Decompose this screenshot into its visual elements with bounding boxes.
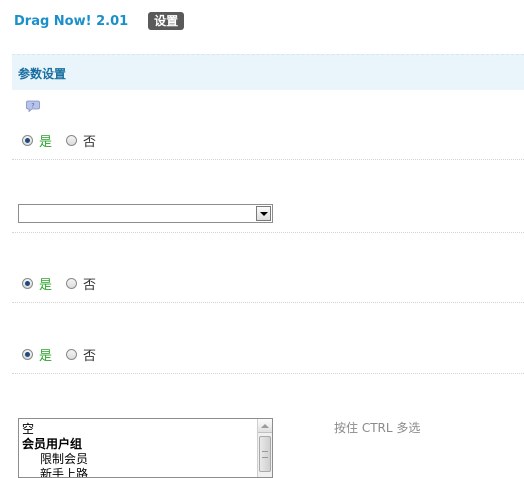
radio-yes-label[interactable]: 是 [39, 131, 52, 150]
scroll-up-arrow-icon[interactable] [258, 419, 272, 433]
option-group-2: 是 否 [22, 274, 96, 293]
option-group-3: 是 否 [22, 345, 96, 364]
radio-no-label[interactable]: 否 [83, 345, 96, 364]
svg-text:?: ? [31, 103, 34, 110]
settings-badge[interactable]: 设置 [148, 12, 185, 30]
radio-no[interactable] [66, 135, 78, 146]
divider [12, 159, 524, 160]
divider [12, 302, 524, 303]
section-header: 参数设置 [12, 54, 524, 90]
radio-yes[interactable] [22, 135, 33, 146]
radio-no-label[interactable]: 否 [83, 131, 96, 150]
list-option[interactable]: 空 [22, 422, 88, 437]
listbox-scrollbar[interactable] [257, 419, 272, 477]
radio-yes[interactable] [22, 349, 33, 360]
app-title: Drag Now! 2.01 [14, 13, 129, 29]
multi-select-hint: 按住 CTRL 多选 [334, 421, 421, 435]
list-optgroup: 会员用户组 [22, 437, 83, 451]
chevron-down-icon[interactable] [256, 206, 271, 221]
select-dropdown[interactable] [18, 204, 273, 223]
option-group-1: 是 否 [22, 131, 96, 150]
divider [12, 373, 524, 374]
radio-no[interactable] [66, 278, 78, 289]
section-title: 参数设置 [18, 67, 67, 81]
radio-yes-label[interactable]: 是 [39, 345, 52, 364]
list-option[interactable]: 限制会员 [22, 452, 88, 467]
list-option[interactable]: 新手上路 [22, 467, 88, 477]
radio-yes-label[interactable]: 是 [39, 274, 52, 293]
radio-no[interactable] [66, 349, 78, 360]
scroll-thumb[interactable] [259, 436, 271, 472]
radio-no-label[interactable]: 否 [83, 274, 96, 293]
radio-yes[interactable] [22, 278, 33, 289]
title-bar: Drag Now! 2.01 设置 [14, 10, 185, 32]
usergroup-listbox[interactable]: 空 会员用户组 限制会员 新手上路 [18, 418, 273, 478]
help-bubble-icon[interactable]: ? [26, 100, 40, 112]
divider [12, 232, 524, 233]
